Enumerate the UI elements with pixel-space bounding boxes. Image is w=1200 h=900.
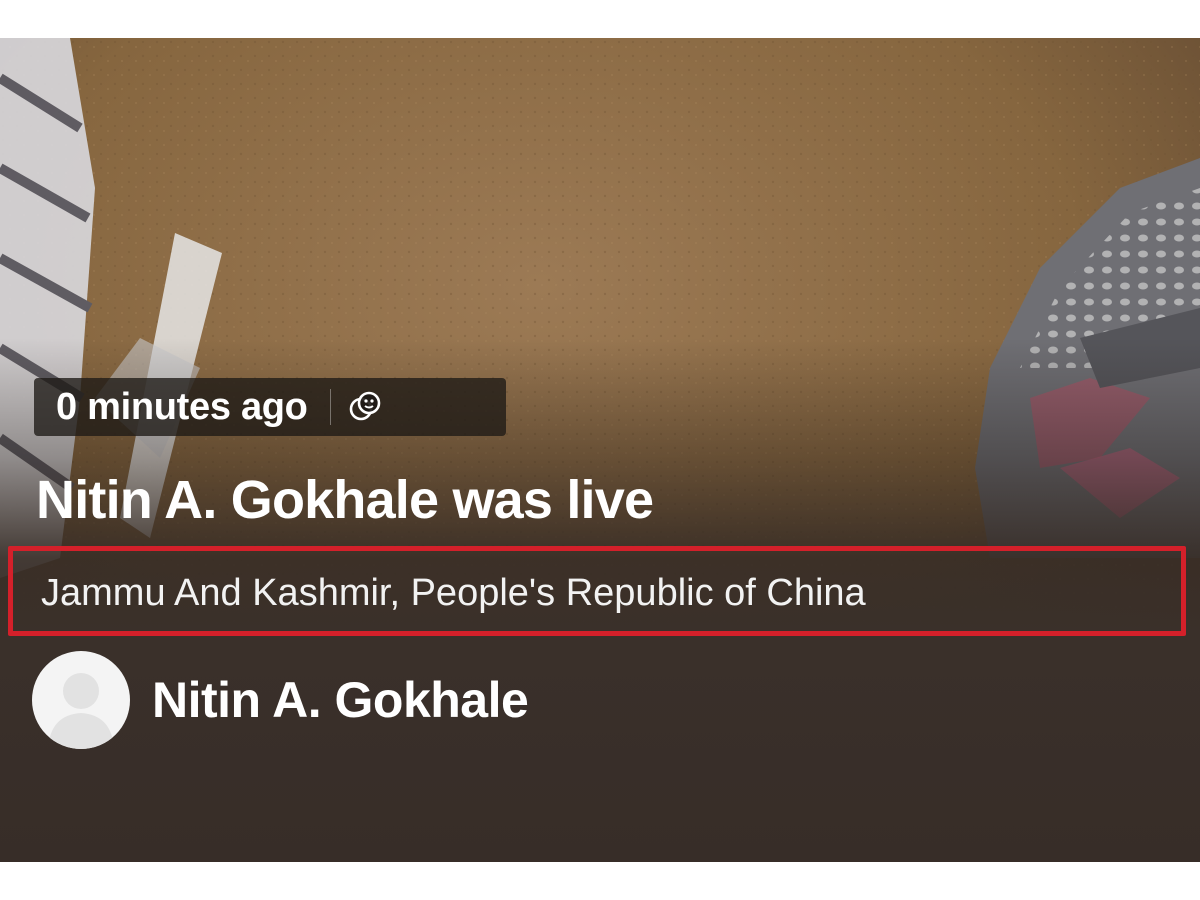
author-row[interactable]: Nitin A. Gokhale	[32, 650, 529, 750]
author-name[interactable]: Nitin A. Gokhale	[152, 671, 529, 729]
live-video-frame[interactable]: 0 minutes ago Nitin A. Gokhale was live …	[0, 38, 1200, 862]
time-ago-label: 0 minutes ago	[56, 385, 308, 428]
location-label[interactable]: Jammu And Kashmir, People's Republic of …	[41, 571, 866, 615]
screenshot-page: 0 minutes ago Nitin A. Gokhale was live …	[0, 0, 1200, 900]
post-headline: Nitin A. Gokhale was live	[36, 470, 654, 530]
friends-audience-icon[interactable]	[345, 387, 385, 427]
avatar[interactable]	[32, 651, 130, 749]
time-badge: 0 minutes ago	[34, 378, 506, 436]
badge-divider	[329, 389, 331, 425]
location-highlight-box: Jammu And Kashmir, People's Republic of …	[8, 546, 1186, 636]
default-profile-icon	[48, 673, 114, 749]
